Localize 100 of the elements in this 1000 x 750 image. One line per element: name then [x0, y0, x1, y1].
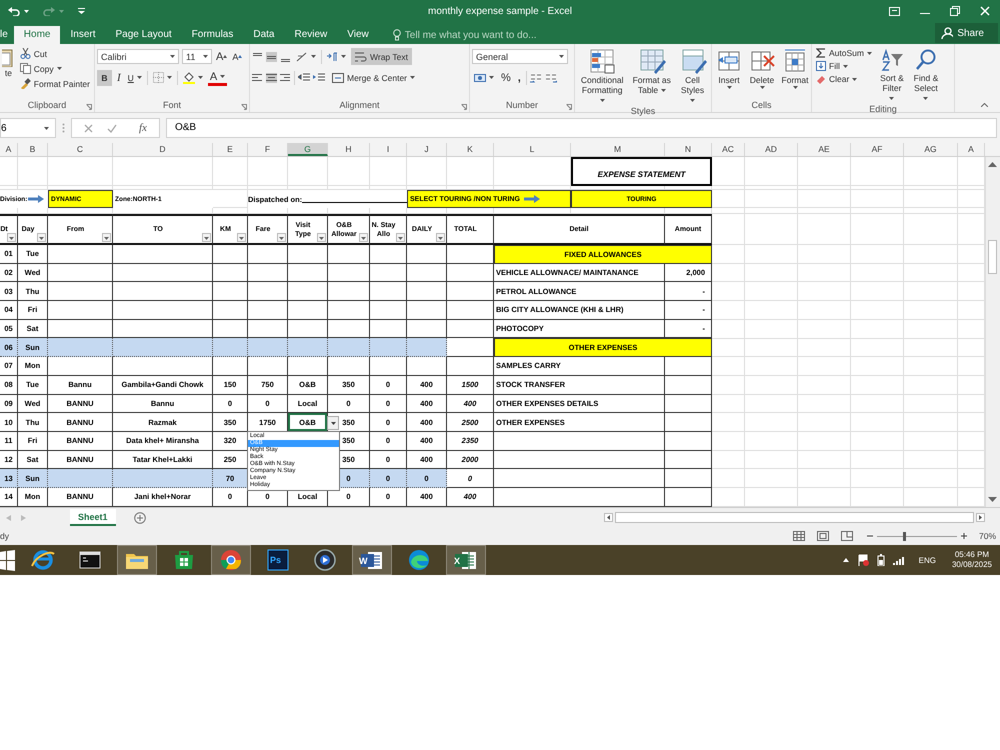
filter-button[interactable]	[396, 233, 405, 242]
tell-me-field[interactable]: Tell me what you want to do...	[404, 30, 565, 40]
taskbar-button[interactable]: X	[446, 545, 486, 575]
column-letter[interactable]: K	[447, 143, 494, 156]
zoom-in-icon[interactable]	[960, 533, 967, 539]
column-letter[interactable]: B	[18, 143, 48, 156]
column-letter[interactable]: A	[958, 143, 985, 156]
column-letter[interactable]: G	[288, 143, 328, 156]
clear-button[interactable]: Clear	[814, 73, 874, 85]
dialog-launcher-icon[interactable]	[241, 104, 247, 110]
column-letter[interactable]: AC	[712, 143, 745, 156]
font-name-field[interactable]: Calibri	[97, 49, 179, 64]
format-painter-button[interactable]: Format Painter	[18, 77, 92, 90]
filter-button[interactable]	[359, 233, 368, 242]
restore-icon[interactable]	[950, 6, 960, 16]
dropdown-button[interactable]	[327, 416, 339, 430]
sort-filter-button[interactable]: Sort & Filter	[876, 47, 907, 104]
ribbon-tab[interactable]: Formulas	[182, 26, 244, 44]
ribbon-tab[interactable]: le	[0, 26, 14, 44]
comma-button[interactable]: ,	[516, 70, 523, 84]
dialog-launcher-icon[interactable]	[566, 104, 572, 110]
vertical-scrollbar[interactable]	[985, 157, 1000, 507]
formula-field[interactable]: O&B	[166, 118, 997, 138]
filter-button[interactable]	[317, 233, 326, 242]
scroll-down-icon[interactable]	[988, 497, 997, 503]
filter-button[interactable]	[102, 233, 111, 242]
taskbar-button[interactable]: W	[352, 545, 392, 575]
cell-button[interactable]: Cell Styles	[676, 47, 709, 106]
share-button[interactable]: Share	[935, 23, 998, 43]
ribbon-tab[interactable]: Home	[14, 26, 60, 44]
find-select-button[interactable]: Find & Select	[910, 47, 942, 104]
scroll-thumb[interactable]	[988, 240, 997, 274]
clock-date[interactable]: 30/08/2025	[952, 560, 992, 570]
column-letter[interactable]: AF	[851, 143, 904, 156]
filter-button[interactable]	[202, 233, 211, 242]
copy-button[interactable]: Copy	[18, 62, 92, 75]
filter-button[interactable]	[7, 233, 16, 242]
new-sheet-icon[interactable]	[134, 512, 146, 524]
borders-button[interactable]	[150, 71, 174, 84]
fill-color-button[interactable]	[180, 70, 205, 84]
italic-button[interactable]: I	[115, 70, 123, 84]
column-letter[interactable]: A	[0, 143, 18, 156]
scroll-up-icon[interactable]	[988, 161, 997, 167]
column-letter[interactable]: L	[494, 143, 571, 156]
merge-center-button[interactable]: Merge & Center	[328, 72, 419, 82]
ribbon-tab[interactable]: Review	[284, 26, 338, 44]
collapse-ribbon-icon[interactable]	[981, 103, 988, 107]
conditional-button[interactable]: Conditional Formatting	[577, 47, 628, 106]
column-letter[interactable]: H	[328, 143, 370, 156]
increase-decimal-icon[interactable]	[530, 72, 542, 82]
name-box[interactable]: 6	[0, 118, 56, 138]
font-size-field[interactable]: 11	[182, 49, 212, 64]
increase-indent-icon[interactable]	[313, 72, 325, 82]
taskbar-button[interactable]: Ps	[258, 545, 298, 575]
language-indicator[interactable]: ENG	[918, 556, 936, 564]
ribbon-tab[interactable]: Insert	[60, 26, 106, 44]
grow-font-button[interactable]: A	[215, 50, 228, 62]
format-button[interactable]: Format	[780, 47, 810, 90]
zoom-out-icon[interactable]	[866, 533, 873, 539]
percent-button[interactable]: %	[499, 70, 513, 84]
ribbon-tab[interactable]: Data	[243, 26, 284, 44]
column-letter[interactable]: D	[113, 143, 213, 156]
filter-button[interactable]	[277, 233, 286, 242]
insert-button[interactable]: Insert	[714, 47, 744, 90]
filter-button[interactable]	[237, 233, 246, 242]
column-letter[interactable]: AD	[745, 143, 798, 156]
slider-thumb[interactable]	[903, 532, 906, 540]
font-color-button[interactable]: A	[208, 70, 228, 86]
close-icon[interactable]	[980, 6, 990, 16]
column-letter[interactable]: J	[407, 143, 447, 156]
customize-icon[interactable]	[78, 8, 85, 14]
table-button[interactable]: Format as Table	[630, 47, 674, 96]
undo-icon[interactable]	[8, 6, 20, 16]
paste-button[interactable]: te	[2, 47, 15, 78]
flag-icon[interactable]	[856, 554, 869, 566]
number-format-field[interactable]: General	[472, 49, 568, 64]
text-direction-button[interactable]	[325, 51, 348, 62]
decrease-indent-icon[interactable]	[298, 72, 310, 82]
filter-button[interactable]	[436, 233, 445, 242]
accounting-button[interactable]	[472, 72, 496, 84]
fill-button[interactable]: Fill	[814, 60, 874, 72]
horizontal-scrollbar[interactable]	[604, 511, 985, 524]
column-letter[interactable]: C	[48, 143, 113, 156]
align-left-icon[interactable]	[252, 72, 263, 82]
align-right-icon[interactable]	[280, 72, 291, 82]
wrap-text-button[interactable]: Wrap Text	[351, 48, 412, 65]
autosum-button[interactable]: AutoSum	[814, 47, 874, 59]
column-letter[interactable]: E	[213, 143, 248, 156]
signal-icon[interactable]	[892, 555, 905, 565]
orientation-button[interactable]	[294, 50, 318, 62]
delete-button[interactable]: Delete	[747, 47, 777, 90]
ribbon-tab[interactable]: View	[337, 26, 379, 44]
dialog-launcher-icon[interactable]	[86, 104, 92, 110]
insert-function-button[interactable]: fx	[139, 122, 147, 134]
ribbon-tab[interactable]: Page Layout	[106, 26, 182, 44]
column-letter[interactable]: N	[665, 143, 712, 156]
decrease-decimal-icon[interactable]	[544, 72, 557, 82]
scroll-left-icon[interactable]	[604, 513, 613, 522]
clock-time[interactable]: 05:46 PM	[954, 550, 990, 560]
zoom-level[interactable]: 70%	[978, 531, 996, 541]
